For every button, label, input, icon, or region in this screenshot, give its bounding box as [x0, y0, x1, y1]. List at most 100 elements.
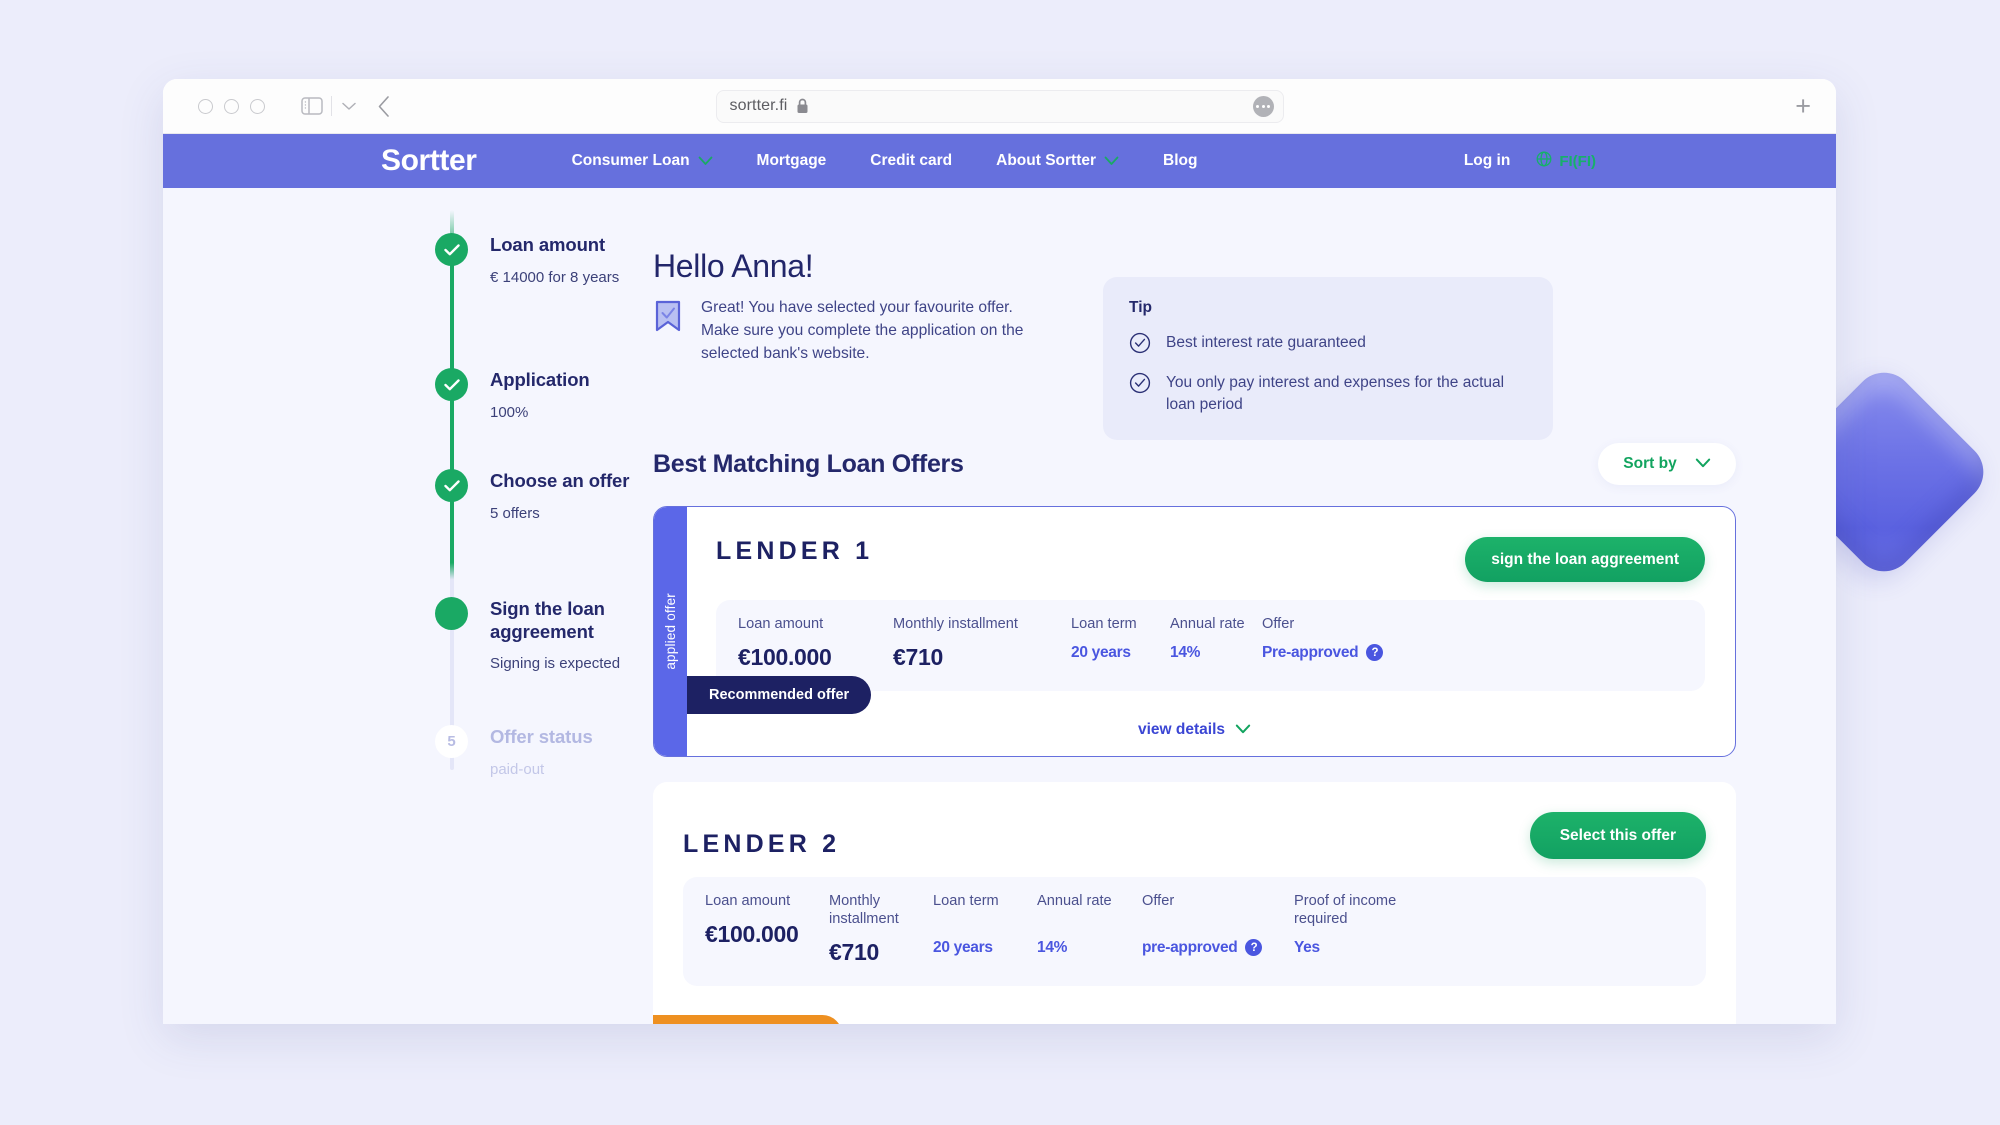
spec-label: Offer [1142, 893, 1175, 909]
tip-item-text: Best interest rate guaranteed [1166, 334, 1366, 351]
navbar-right: Log in FI(FI) [1464, 151, 1744, 171]
stepper-item-sub: 5 offers [490, 504, 540, 522]
nav-item-consumer-loan[interactable]: Consumer Loan [550, 152, 735, 170]
spec-offer-status: Offer Pre-approved ? [1262, 616, 1384, 671]
view-details-label: view details [1137, 721, 1225, 738]
spec-monthly-installment: Monthly installment €710 [829, 893, 933, 966]
nav-item-label: Consumer Loan [571, 152, 690, 169]
offer-card-lender-1[interactable]: applied offer LENDER 1 sign the loan agg… [653, 506, 1736, 757]
nav-item-label: About Sortter [996, 152, 1097, 169]
step-number-badge: 5 [435, 725, 468, 758]
spec-annual-rate: Annual rate 14% [1037, 893, 1142, 966]
screen: sortter.fi + Sortter Consumer Loan Mortg… [0, 0, 2000, 1125]
spec-label: Annual rate [1037, 893, 1112, 909]
spec-label: Loan term [1071, 616, 1137, 632]
stepper-item-loan-amount[interactable]: Loan amount € 14000 for 8 years [435, 233, 619, 286]
sign-the-loan-agreement-button[interactable]: sign the loan aggreement [1465, 537, 1705, 582]
chevron-down-icon[interactable] [342, 102, 356, 111]
tip-title: Tip [1129, 299, 1152, 316]
nav-item-label: Mortgage [756, 152, 827, 169]
nav-item-mortgage[interactable]: Mortgage [735, 152, 849, 170]
window-controls[interactable] [198, 98, 265, 114]
spec-value: Yes [1294, 938, 1320, 956]
stepper-item-sub: paid-out [490, 760, 545, 778]
tip-list-item: You only pay interest and expenses for t… [1129, 371, 1527, 416]
chevron-down-icon [1235, 721, 1251, 739]
spec-label: Monthly installment [829, 893, 899, 927]
spec-proof-of-income: Proof of income required Yes [1294, 893, 1404, 966]
lender-name: LENDER 2 [683, 830, 841, 858]
applied-offer-ribbon: applied offer [654, 507, 687, 756]
minimize-window-button[interactable] [224, 98, 239, 114]
back-arrow-icon[interactable] [378, 95, 390, 117]
offers-section-header: Best Matching Loan Offers Sort by [653, 443, 1736, 485]
brand-logo[interactable]: Sortter [381, 144, 477, 178]
navbar-inner: Sortter Consumer Loan Mortgage Credit ca… [255, 134, 1744, 188]
select-this-offer-button[interactable]: Select this offer [1529, 812, 1706, 859]
applied-offer-label: applied offer [663, 593, 678, 670]
offer-card-header: LENDER 2 Select this offer [683, 812, 1706, 859]
new-tab-button[interactable]: + [1795, 92, 1811, 120]
stepper-item-sign-the-loan-agreement[interactable]: Sign the loan aggreement Signing is expe… [435, 597, 635, 672]
chevron-down-icon [1104, 156, 1119, 166]
offer-specs: Loan amount €100.000 Monthly installment… [716, 600, 1705, 691]
spec-value: €710 [893, 643, 943, 670]
login-link[interactable]: Log in [1464, 152, 1511, 170]
check-circle-icon [1129, 332, 1151, 359]
language-selector[interactable]: FI(FI) [1536, 151, 1596, 171]
sort-by-label: Sort by [1623, 455, 1677, 472]
tip-list-item: Best interest rate guaranteed [1129, 331, 1527, 359]
stepper-item-text: Application 100% [490, 368, 590, 421]
spec-value: 14% [1037, 938, 1068, 956]
help-icon[interactable]: ? [1245, 939, 1263, 957]
spec-value: Pre-approved [1262, 643, 1359, 661]
language-label: FI(FI) [1559, 152, 1596, 170]
spec-value: €100.000 [705, 920, 799, 947]
bookmark-check-icon [653, 300, 683, 365]
stepper-item-title: Loan amount [490, 234, 606, 255]
sidebar-icon[interactable] [301, 97, 323, 115]
page-title: Hello Anna! [653, 248, 814, 284]
spec-label: Loan amount [705, 893, 791, 909]
more-options-icon[interactable] [1252, 95, 1274, 117]
nav-item-label: Credit card [870, 152, 953, 169]
spec-loan-term: Loan term 20 years [1071, 616, 1170, 671]
stepper-item-choose-an-offer[interactable]: Choose an offer 5 offers [435, 469, 629, 522]
nav-item-credit-card[interactable]: Credit card [848, 152, 974, 170]
spec-value: 20 years [933, 938, 993, 956]
stepper-item-text: Offer status paid-out [490, 725, 593, 778]
spec-loan-amount: Loan amount €100.000 [738, 616, 893, 671]
offer-card-header: LENDER 1 sign the loan aggreement [716, 537, 1705, 582]
address-bar[interactable]: sortter.fi [715, 89, 1284, 123]
spec-offer-status: Offer pre-approved ? [1142, 893, 1294, 966]
close-window-button[interactable] [198, 98, 213, 114]
spec-value-wrap: pre-approved ? [1142, 939, 1294, 957]
offer-card-lender-2[interactable]: LENDER 2 Select this offer Loan amount €… [653, 782, 1736, 1024]
browser-toolbar: sortter.fi + [163, 79, 1836, 134]
nav-item-blog[interactable]: Blog [1141, 152, 1219, 170]
tip-panel: Tip Best interest rate guaranteed You on… [1103, 277, 1553, 440]
stepper-item-application[interactable]: Application 100% [435, 368, 590, 421]
stepper-item-text: Loan amount € 14000 for 8 years [490, 233, 619, 286]
greeting-message-block: Great! You have selected your favourite … [653, 296, 1053, 365]
stepper-item-sub: € 14000 for 8 years [490, 268, 620, 286]
greeting-message: Great! You have selected your favourite … [701, 299, 1024, 363]
sort-by-dropdown[interactable]: Sort by [1598, 443, 1736, 485]
stepper-item-text: Choose an offer 5 offers [490, 469, 629, 522]
chevron-down-icon [1695, 455, 1711, 473]
recommended-offer-badge: Recommended offer [687, 676, 872, 714]
spec-label: Monthly installment [893, 616, 1018, 632]
nav-item-about-sortter[interactable]: About Sortter [974, 152, 1141, 170]
stepper-item-title: Choose an offer [490, 470, 630, 491]
stepper-item-offer-status[interactable]: 5 Offer status paid-out [435, 725, 593, 778]
spec-label: Loan amount [738, 616, 824, 632]
check-circle-icon [1129, 372, 1151, 399]
stepper-item-sub: Signing is expected [490, 655, 621, 673]
help-icon[interactable]: ? [1366, 644, 1384, 662]
view-details-toggle[interactable]: view details [654, 721, 1735, 739]
stepper-item-sub: 100% [490, 403, 529, 421]
spec-loan-amount: Loan amount €100.000 [705, 893, 829, 966]
spec-loan-term: Loan term 20 years [933, 893, 1037, 966]
stepper-item-title: Offer status [490, 726, 593, 747]
maximize-window-button[interactable] [250, 98, 265, 114]
